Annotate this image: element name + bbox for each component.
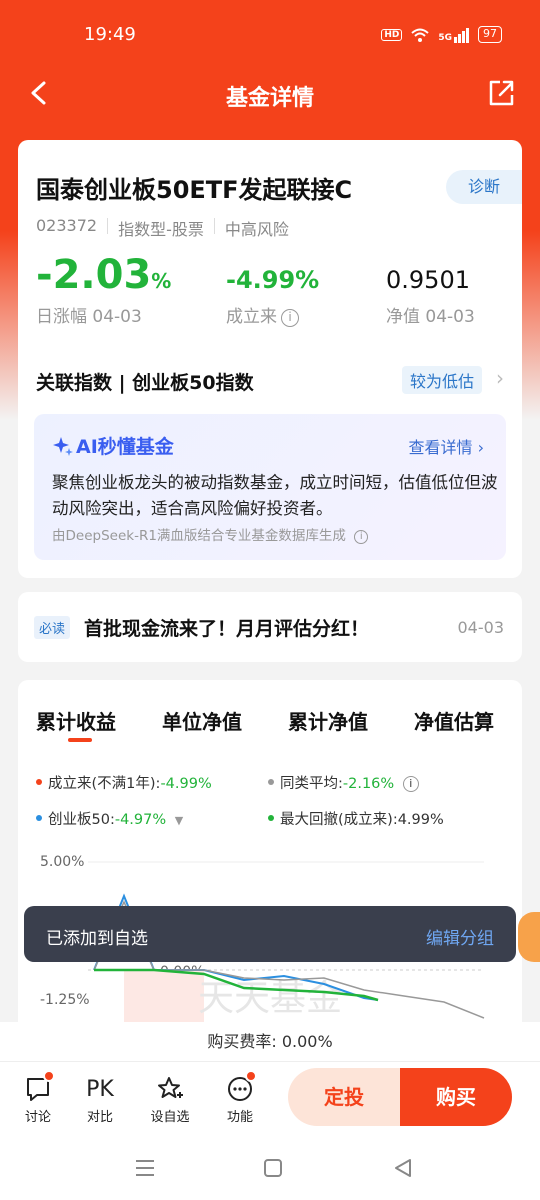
home-icon[interactable] bbox=[262, 1157, 284, 1179]
functions-button[interactable]: 功能 bbox=[215, 1070, 265, 1125]
legend-since-inception: 成立来(不满1年):-4.99% bbox=[36, 772, 212, 793]
mascot-avatar[interactable] bbox=[518, 912, 540, 962]
add-watchlist-button[interactable]: 设自选 bbox=[145, 1072, 195, 1125]
tab-cumulative-nav[interactable]: 累计净值 bbox=[288, 706, 368, 735]
compare-button[interactable]: PK 对比 bbox=[75, 1072, 125, 1126]
purchase-fee: 购买费率: 0.00% bbox=[0, 1022, 540, 1062]
nav-label: 净值 04-03 bbox=[386, 307, 475, 327]
fund-risk: 中高风险 bbox=[224, 220, 289, 239]
ai-summary-text: 聚焦创业板龙头的被动指数基金，成立时间短，估值低位但波动风险突出，适合高风险偏好… bbox=[52, 473, 498, 518]
signal-5g-icon: 5G bbox=[438, 27, 470, 43]
ai-title: AI秒懂基金 bbox=[52, 432, 174, 459]
must-read-badge: 必读 bbox=[34, 616, 71, 639]
nav-value: 0.9501 bbox=[386, 266, 470, 294]
legend-dot bbox=[36, 815, 42, 821]
legend-peer-average: 同类平均:-2.16% i bbox=[268, 772, 419, 793]
ai-more-link[interactable]: 查看详情 › bbox=[409, 434, 485, 458]
page-title: 基金详情 bbox=[225, 86, 314, 111]
legend-max-drawdown: 最大回撤(成立来):4.99% bbox=[268, 808, 444, 829]
news-date: 04-03 bbox=[457, 618, 505, 637]
divider bbox=[213, 218, 215, 234]
auto-invest-button[interactable]: 定投 bbox=[288, 1068, 400, 1126]
notification-dot bbox=[245, 1070, 257, 1082]
edit-group-button[interactable]: 编辑分组 bbox=[426, 924, 494, 949]
toast: 已添加到自选 编辑分组 bbox=[24, 906, 516, 962]
info-icon[interactable]: i bbox=[281, 309, 299, 327]
fund-type: 指数型-股票 bbox=[118, 220, 204, 239]
notification-dot bbox=[43, 1070, 55, 1082]
hd-icon: HD bbox=[381, 28, 403, 41]
legend-dot bbox=[268, 779, 274, 785]
fund-summary-card: 国泰创业板50ETF发起联接C 诊断 023372 指数型-股票 中高风险 -2… bbox=[18, 140, 522, 578]
tab-cumulative-return[interactable]: 累计收益 bbox=[36, 706, 116, 735]
fund-meta: 023372 指数型-股票 中高风险 bbox=[36, 216, 289, 240]
status-time: 19:49 bbox=[84, 24, 136, 45]
legend-index[interactable]: 创业板50:-4.97% ▼ bbox=[36, 808, 183, 829]
active-tab-indicator bbox=[68, 738, 92, 742]
status-bar: 19:49 HD 5G 97 bbox=[0, 0, 540, 72]
daily-change-value: -2.03% bbox=[36, 252, 172, 298]
menu-icon[interactable] bbox=[134, 1158, 156, 1178]
battery-icon: 97 bbox=[478, 26, 502, 43]
chart-card: 累计收益 单位净值 累计净值 净值估算 成立来(不满1年):-4.99% 同类平… bbox=[18, 680, 522, 1060]
news-card[interactable]: 必读 首批现金流来了！月月评估分红！ 04-03 bbox=[18, 592, 522, 662]
legend-dot bbox=[36, 779, 42, 785]
tab-nav-estimate[interactable]: 净值估算 bbox=[414, 706, 494, 735]
ai-source-text: 由DeepSeek-R1满血版结合专业基金数据库生成 i bbox=[52, 524, 369, 544]
ai-summary-box: AI秒懂基金 查看详情 › 聚焦创业板龙头的被动指数基金，成立时间短，估值低位但… bbox=[34, 414, 506, 560]
divider bbox=[107, 218, 109, 234]
fund-name: 国泰创业板50ETF发起联接C bbox=[36, 176, 353, 204]
buy-button[interactable]: 购买 bbox=[400, 1068, 512, 1126]
legend-dot bbox=[268, 815, 274, 821]
bottom-action-bar: 讨论 PK 对比 设自选 功能 定投 购买 bbox=[0, 1062, 540, 1136]
news-title[interactable]: 首批现金流来了！月月评估分红！ bbox=[84, 614, 369, 641]
wifi-icon bbox=[411, 28, 430, 42]
star-plus-icon bbox=[158, 1077, 183, 1098]
discuss-button[interactable]: 讨论 bbox=[13, 1070, 63, 1125]
related-index[interactable]: 关联指数 | 创业板50指数 bbox=[36, 368, 254, 395]
tab-unit-nav[interactable]: 单位净值 bbox=[162, 706, 242, 735]
system-nav-bar bbox=[0, 1136, 540, 1200]
daily-change-label: 日涨幅 04-03 bbox=[36, 307, 142, 327]
share-icon[interactable] bbox=[486, 78, 516, 108]
toast-message: 已添加到自选 bbox=[46, 929, 148, 949]
info-icon[interactable]: i bbox=[402, 776, 419, 792]
pk-icon: PK bbox=[86, 1076, 114, 1102]
nav-bar: 基金详情 bbox=[0, 72, 540, 116]
back-nav-icon[interactable] bbox=[392, 1157, 414, 1179]
chevron-right-icon[interactable]: › bbox=[496, 366, 504, 390]
fund-code: 023372 bbox=[36, 216, 98, 235]
info-icon[interactable]: i bbox=[354, 530, 369, 544]
diagnose-button[interactable]: 诊断 bbox=[446, 170, 522, 204]
sparkle-icon bbox=[53, 437, 73, 456]
since-inception-value: -4.99% bbox=[226, 266, 320, 294]
since-inception-label: 成立来 i bbox=[226, 302, 299, 327]
valuation-tag[interactable]: 较为低估 bbox=[401, 366, 482, 394]
caret-down-icon[interactable]: ▼ bbox=[175, 814, 183, 827]
